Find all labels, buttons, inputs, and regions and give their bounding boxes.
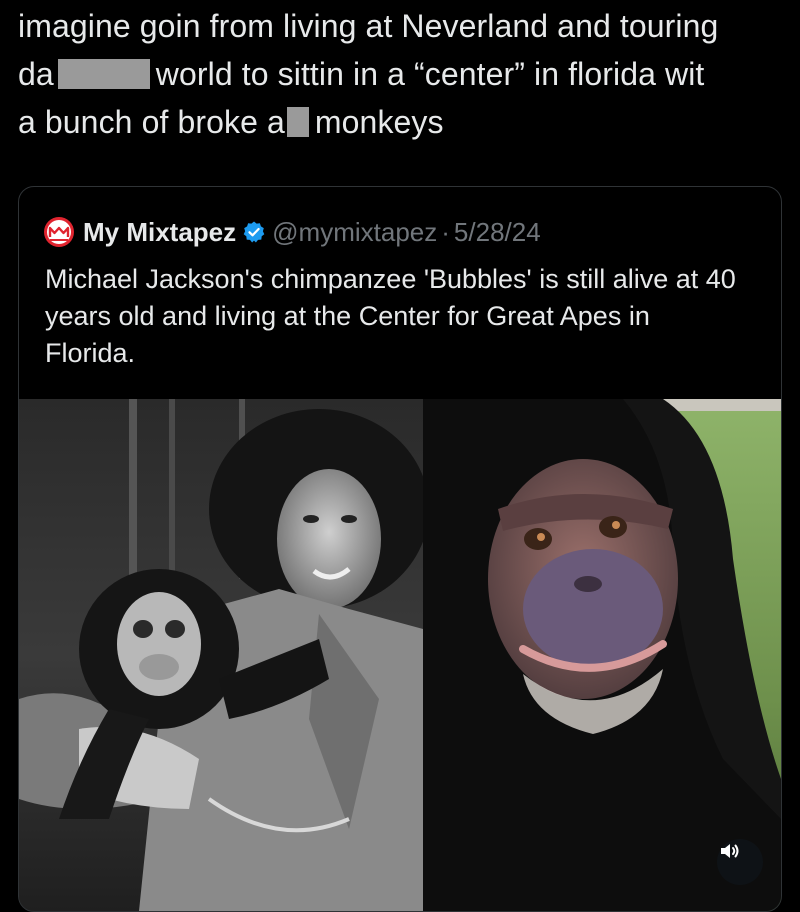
handle[interactable]: @mymixtapez [272, 217, 437, 248]
quoted-tweet-text: Michael Jackson's chimpanzee 'Bubbles' i… [45, 264, 736, 368]
post-text-segment: imagine goin from living at Neverland an… [18, 8, 719, 44]
post-line-3: a bunch of broke a monkeys [18, 98, 788, 146]
media-grid[interactable] [19, 399, 781, 911]
young-chimpanzee-held-by-man-photo[interactable] [19, 399, 423, 911]
adult-chimpanzee-on-grass-photo[interactable] [423, 399, 781, 911]
post-date[interactable]: 5/28/24 [454, 217, 541, 248]
mm-logo-icon[interactable] [43, 216, 75, 248]
post-line-2: da world to sittin in a “center” in flori… [18, 50, 788, 98]
post-line-1: imagine goin from living at Neverland an… [18, 2, 788, 50]
censor-bar [57, 59, 150, 89]
verified-badge-icon [242, 220, 266, 244]
separator-dot: · [441, 216, 450, 247]
quoted-tweet-card[interactable]: My Mixtapez @mymixtapez · 5/28/24 Michae… [18, 186, 782, 912]
display-name[interactable]: My Mixtapez [83, 217, 236, 248]
quoted-tweet-header: My Mixtapez @mymixtapez · 5/28/24 [43, 215, 541, 249]
post-text-segment: da [18, 56, 54, 92]
post-text-segment: world to sittin in a “center” in florida… [155, 56, 705, 92]
censor-bar [286, 107, 309, 137]
audio-toggle-button[interactable] [717, 839, 763, 885]
speaker-icon [721, 844, 739, 858]
post-text-segment: a bunch of broke a [18, 104, 285, 140]
post-text-segment: monkeys [314, 104, 444, 140]
post-text: imagine goin from living at Neverland an… [18, 2, 788, 146]
